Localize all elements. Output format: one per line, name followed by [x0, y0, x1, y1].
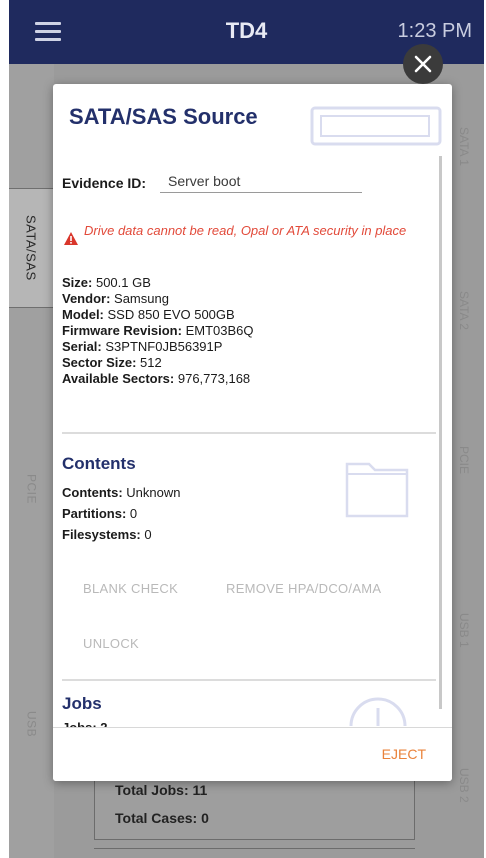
- dialog-title: SATA/SAS Source: [69, 104, 258, 129]
- warning-icon: [64, 232, 78, 245]
- jobs-title: Jobs: [62, 694, 102, 713]
- info-size: Size: 500.1 GB: [62, 275, 151, 290]
- filesystems-row: Filesystems: 0: [62, 527, 152, 542]
- unlock-button[interactable]: UNLOCK: [83, 636, 139, 651]
- left-nav: SATA/SAS PCIE USB: [9, 64, 54, 858]
- evidence-id-input[interactable]: Server boot: [160, 173, 362, 193]
- close-button[interactable]: [403, 44, 443, 84]
- close-icon: [414, 55, 432, 73]
- divider: [62, 679, 436, 681]
- blank-check-button[interactable]: BLANK CHECK: [83, 581, 178, 596]
- evidence-id-label: Evidence ID:: [62, 175, 147, 191]
- drive-info: Size: 500.1 GB Vendor: Samsung Model: SS…: [62, 275, 253, 387]
- info-serial: Serial: S3PTNF0JB56391P: [62, 339, 223, 354]
- left-tab-pcie[interactable]: PCIE: [9, 429, 54, 549]
- left-tab-sata-sas[interactable]: SATA/SAS: [9, 188, 54, 308]
- clock-icon: [349, 697, 407, 726]
- left-tab-usb[interactable]: USB: [9, 664, 54, 784]
- remove-hpa-button[interactable]: REMOVE HPA/DCO/AMA: [226, 581, 381, 596]
- info-vendor: Vendor: Samsung: [62, 291, 169, 306]
- status-time: 1:23 PM: [397, 20, 472, 42]
- total-cases: Total Cases: 0: [115, 810, 209, 826]
- partitions-row: Partitions: 0: [62, 506, 138, 521]
- info-available-sectors: Available Sectors: 976,773,168: [62, 371, 251, 386]
- info-firmware: Firmware Revision: EMT03B6Q: [62, 323, 254, 338]
- card-divider: [94, 848, 415, 858]
- contents-row: Contents: Unknown: [62, 485, 181, 500]
- divider: [62, 432, 436, 434]
- eject-button[interactable]: EJECT: [382, 746, 426, 762]
- drive-icon: [310, 106, 442, 146]
- folder-icon: [345, 462, 409, 518]
- warning-message: Drive data cannot be read, Opal or ATA s…: [84, 223, 407, 238]
- source-dialog: SATA/SAS Source Evidence ID: Server boot…: [53, 84, 452, 781]
- contents-title: Contents: [62, 454, 136, 473]
- contents-info: Contents: Unknown Partitions: 0 Filesyst…: [62, 482, 181, 545]
- dialog-footer: EJECT: [53, 727, 452, 781]
- info-sector-size: Sector Size: 512: [62, 355, 162, 370]
- info-model: Model: SSD 850 EVO 500GB: [62, 307, 235, 322]
- total-jobs: Total Jobs: 11: [115, 782, 208, 798]
